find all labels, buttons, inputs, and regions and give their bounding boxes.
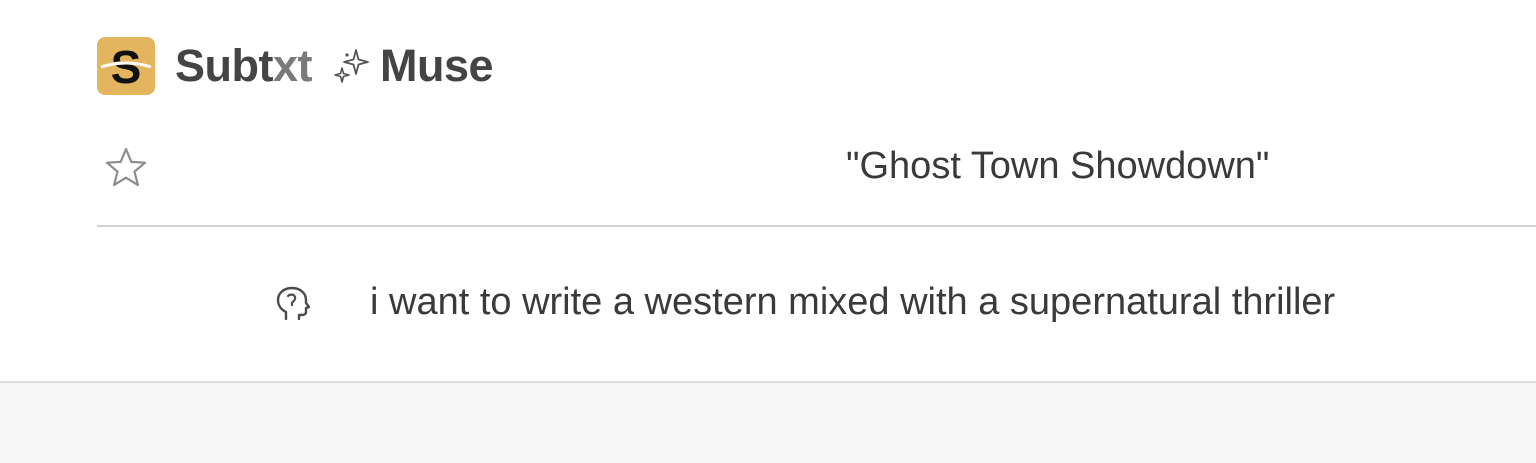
- head-profile-icon: [276, 286, 310, 321]
- brand-main: Subt: [175, 40, 273, 91]
- divider: [97, 225, 1536, 227]
- app-header: S Subt xt Muse: [97, 36, 494, 96]
- sparkle-icon: [334, 49, 369, 83]
- subtxt-logo-icon: S: [97, 37, 155, 95]
- star-icon[interactable]: [104, 146, 148, 190]
- logo-letter: S: [111, 41, 142, 93]
- brand-suffix: xt: [272, 40, 313, 91]
- prompt-text: i want to write a western mixed with a s…: [370, 281, 1336, 323]
- product-name: Muse: [380, 40, 494, 91]
- footer-area: [0, 381, 1536, 463]
- page: S Subt xt Muse "Ghost Town Showdown" i wa…: [0, 0, 1536, 463]
- story-title: "Ghost Town Showdown": [846, 145, 1270, 187]
- brand-name: Subt xt: [175, 40, 313, 92]
